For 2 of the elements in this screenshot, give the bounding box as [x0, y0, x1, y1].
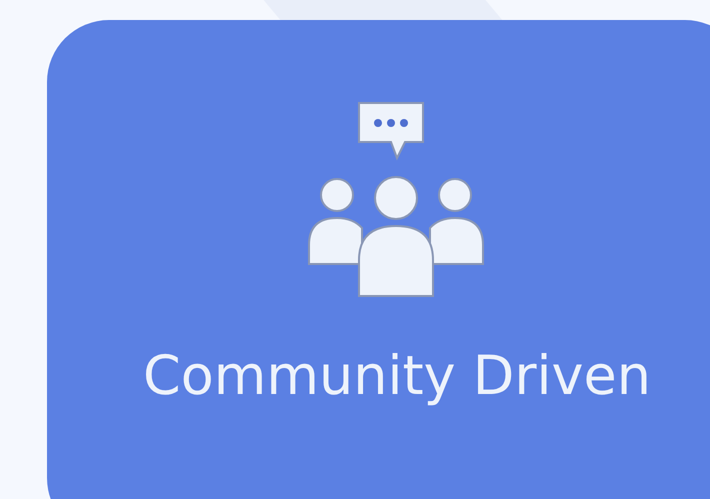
community-chat-icon: [307, 100, 487, 300]
card-title: Community Driven: [143, 344, 651, 407]
